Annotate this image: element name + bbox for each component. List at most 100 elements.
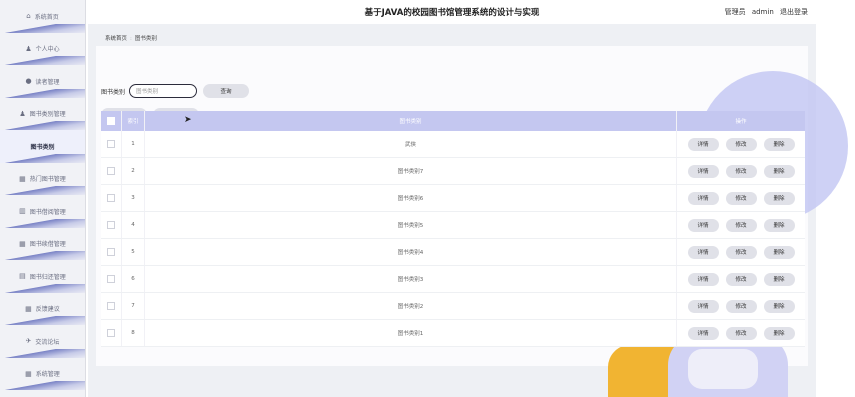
grid-icon: ▦ — [19, 174, 26, 183]
sidebar-item-7[interactable]: ▦ 图书续借管理 — [0, 228, 85, 260]
breadcrumb-separator: : — [130, 36, 132, 42]
sidebar-divider — [0, 381, 85, 390]
delete-button[interactable]: 删除 — [763, 299, 795, 313]
edit-button[interactable]: 修改 — [725, 218, 757, 232]
sidebar-item-6[interactable]: ▥ 图书借阅管理 — [0, 195, 85, 228]
page-title: 基于JAVA的校园图书馆管理系统的设计与实现 — [364, 8, 540, 18]
mouse-cursor-icon: ➤ — [184, 115, 192, 125]
sidebar-divider — [0, 56, 85, 65]
grid-icon: ▦ — [19, 239, 26, 248]
row-category-name: 图书类别5 — [145, 212, 677, 238]
user-icon: ♟ — [19, 109, 26, 118]
delete-button[interactable]: 删除 — [763, 218, 795, 232]
row-checkbox[interactable] — [107, 221, 115, 229]
select-all-checkbox[interactable] — [107, 117, 115, 125]
search-input[interactable]: 图书类别 — [129, 84, 198, 98]
category-table: 索引 图书类别 操作 1 武侠 详情 修改 删除 2 图书类别7 详情 修改 删除 3 图书类别6 详情… — [101, 111, 805, 347]
book-icon: ▤ — [19, 272, 26, 281]
delete-button[interactable]: 删除 — [763, 191, 795, 205]
detail-button[interactable]: 详情 — [687, 272, 719, 286]
sidebar-item-2[interactable]: ● 读者管理 — [0, 65, 85, 98]
table-row: 8 图书类别1 详情 修改 删除 — [101, 320, 805, 347]
sidebar-item-label: 热门图书管理 — [29, 176, 66, 184]
sidebar-item-label: 图书续借管理 — [29, 241, 66, 249]
row-category-name: 图书类别4 — [145, 239, 677, 265]
edit-button[interactable]: 修改 — [725, 137, 757, 151]
detail-button[interactable]: 详情 — [687, 299, 719, 313]
detail-button[interactable]: 详情 — [687, 326, 719, 340]
row-category-name: 图书类别6 — [145, 185, 677, 211]
row-actions: 详情 修改 删除 — [677, 137, 805, 151]
sidebar-item-label: 系统首页 — [34, 13, 59, 21]
row-checkbox[interactable] — [107, 194, 115, 202]
logout-link[interactable]: 退出登录 — [780, 8, 808, 16]
row-actions: 详情 修改 删除 — [677, 326, 805, 340]
breadcrumb-home[interactable]: 系统首页 — [105, 36, 127, 42]
detail-button[interactable]: 详情 — [687, 191, 719, 205]
detail-button[interactable]: 详情 — [687, 218, 719, 232]
table-row: 6 图书类别3 详情 修改 删除 — [101, 266, 805, 293]
row-checkbox[interactable] — [107, 167, 115, 175]
edit-button[interactable]: 修改 — [725, 299, 757, 313]
sidebar-item-label: 个人中心 — [35, 46, 60, 54]
row-checkbox[interactable] — [107, 275, 115, 283]
row-category-name: 图书类别1 — [145, 320, 677, 346]
sidebar-divider — [0, 153, 85, 163]
row-index: 5 — [121, 239, 145, 265]
edit-button[interactable]: 修改 — [725, 191, 757, 205]
search-button[interactable]: 查询 — [203, 84, 250, 98]
row-actions: 详情 修改 删除 — [677, 299, 805, 313]
delete-button[interactable]: 删除 — [763, 245, 795, 259]
search-label: 图书类别 — [101, 88, 126, 96]
table-row: 7 图书类别2 详情 修改 删除 — [101, 293, 805, 320]
sidebar-divider — [0, 23, 85, 33]
sidebar: ⌂ 系统首页 ♟ 个人中心 ● 读者管理 ♟ 图书类别管理 图书类别 ▦ 热门图书管理 ▥ 图书借阅管理… — [0, 0, 86, 397]
row-checkbox[interactable] — [107, 329, 115, 337]
detail-button[interactable]: 详情 — [687, 137, 719, 151]
sidebar-item-8[interactable]: ▤ 图书归还管理 — [0, 260, 85, 293]
username: admin — [751, 8, 774, 16]
top-header: 基于JAVA的校园图书馆管理系统的设计与实现 管理员 admin 退出登录 — [88, 0, 816, 25]
row-category-name: 图书类别2 — [145, 293, 677, 319]
edit-button[interactable]: 修改 — [725, 326, 757, 340]
sidebar-item-10[interactable]: ✈ 交流论坛 — [0, 325, 85, 358]
delete-button[interactable]: 删除 — [763, 326, 795, 340]
row-actions: 详情 修改 删除 — [677, 164, 805, 178]
row-checkbox[interactable] — [107, 248, 115, 256]
row-checkbox[interactable] — [107, 302, 115, 310]
sidebar-item-label: 系统管理 — [35, 371, 60, 379]
sidebar-item-11[interactable]: ▦ 系统管理 — [0, 358, 85, 390]
row-index: 3 — [121, 185, 145, 211]
row-actions: 详情 修改 删除 — [677, 191, 805, 205]
header-name: 图书类别 — [145, 111, 677, 131]
delete-button[interactable]: 删除 — [763, 272, 795, 286]
sidebar-item-9[interactable]: ▦ 反馈建议 — [0, 293, 85, 325]
detail-button[interactable]: 详情 — [687, 164, 719, 178]
sidebar-divider — [0, 186, 85, 195]
row-checkbox[interactable] — [107, 140, 115, 148]
table-row: 5 图书类别4 详情 修改 删除 — [101, 239, 805, 266]
sidebar-divider — [0, 88, 85, 98]
detail-button[interactable]: 详情 — [687, 245, 719, 259]
sidebar-item-5[interactable]: ▦ 热门图书管理 — [0, 163, 85, 195]
row-actions: 详情 修改 删除 — [677, 245, 805, 259]
sidebar-item-1[interactable]: ♟ 个人中心 — [0, 33, 85, 65]
edit-button[interactable]: 修改 — [725, 245, 757, 259]
sidebar-item-label: 图书类别管理 — [29, 111, 66, 119]
sidebar-divider — [0, 348, 85, 358]
delete-button[interactable]: 删除 — [763, 164, 795, 178]
row-index: 4 — [121, 212, 145, 238]
decorative-pale-shape — [688, 349, 758, 389]
edit-button[interactable]: 修改 — [725, 164, 757, 178]
sidebar-item-4[interactable]: 图书类别 — [0, 130, 85, 163]
row-index: 1 — [121, 131, 145, 157]
row-index: 6 — [121, 266, 145, 292]
delete-button[interactable]: 删除 — [763, 137, 795, 151]
row-category-name: 图书类别7 — [145, 158, 677, 184]
edit-button[interactable]: 修改 — [725, 272, 757, 286]
search-bar: 图书类别 图书类别 查询 — [101, 84, 250, 98]
breadcrumb: 系统首页: 图书类别 — [105, 34, 157, 42]
sidebar-item-0[interactable]: ⌂ 系统首页 — [0, 0, 85, 33]
sidebar-item-3[interactable]: ♟ 图书类别管理 — [0, 98, 85, 130]
table-body: 1 武侠 详情 修改 删除 2 图书类别7 详情 修改 删除 3 图书类别6 详情 修改 删除 4 图书类别5 详… — [101, 131, 805, 347]
